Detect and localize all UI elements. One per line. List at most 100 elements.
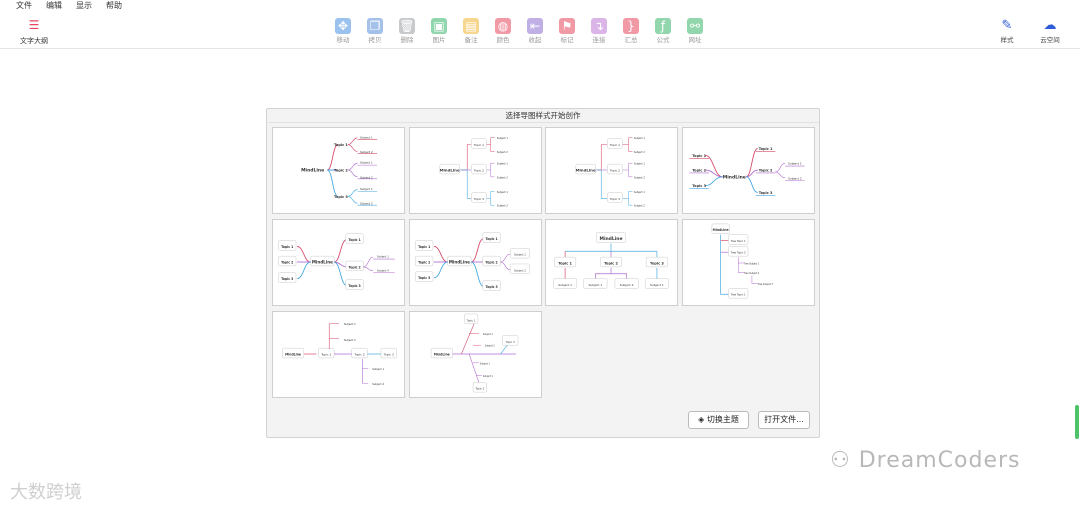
template-card-4[interactable]: MindLine Topic 1 Topic 2 Topic 3 Topic 1 Topi… (681, 127, 815, 214)
subject-node: Subject 1 (372, 367, 384, 371)
scroll-indicator[interactable] (1075, 405, 1079, 439)
subject-node: Subject 2 (634, 151, 645, 154)
open-file-label: 打开文件... (764, 415, 804, 424)
template-card-9[interactable]: MindLine Topic 1 Topic 2 Topic 3 Subject 1 Su… (272, 311, 405, 398)
outline-label: 文字大纲 (20, 37, 48, 45)
subject-node: Subject 2 (634, 176, 645, 179)
topic-node: Topic 3 (758, 191, 772, 195)
topic-node: Topic 3 (334, 195, 348, 199)
watermark2-text: 大数跨境 (10, 482, 82, 503)
subject-node: Tree Subject 3 (757, 283, 773, 286)
style-brush-icon: ✎ (1001, 18, 1013, 33)
template-card-1[interactable]: MindLine Topic 1 Subject 1 Subject 2 Topic 2… (272, 127, 405, 214)
topic-node: Topic 2 (692, 168, 706, 172)
switch-theme-button[interactable]: ◈ 切换主题 (688, 411, 749, 429)
toolbar-palette-button[interactable]: ◍ 颜色 (489, 18, 517, 44)
subject-node: Subject 1 (360, 161, 373, 165)
subject-node: Subject 2 (496, 176, 507, 179)
toolbar-link-button[interactable]: ⚯ 网址 (681, 18, 709, 44)
toolbar-connect-button[interactable]: ↴ 连接 (585, 18, 613, 44)
toolbar-label: 移动 (336, 36, 350, 44)
subject-node: Subject 2 (788, 176, 802, 180)
subject-node: Subject 1 (650, 283, 664, 287)
subject-node: Subject 1 (788, 162, 802, 166)
formula-icon: ƒ (655, 18, 671, 34)
topic-node: Topic 3 (383, 352, 394, 356)
template-card-7[interactable]: MindLine Topic 1 Topic 2 Topic 3 Subject 1 Su… (545, 219, 678, 306)
toolbar-label: 删除 (400, 36, 414, 44)
template-card-8[interactable]: MindLine Tree Topic 1 Tree Topic 2 Tree Top… (681, 219, 815, 306)
topic-node: Topic 2 (334, 168, 348, 172)
toolbar-summary-button[interactable]: } 汇总 (617, 18, 645, 44)
topic-node: Topic 2 (418, 260, 430, 264)
topic-node: Tree Topic 1 (730, 293, 745, 297)
root-node: MindLine (301, 167, 324, 173)
mindmap-preview: MindLine Topic 1 Subject 1 Subject 2 Topic 2… (575, 137, 645, 208)
subject-node: Subject 1 (482, 375, 493, 378)
mindmap-preview: MindLine Topic 1 Subject 1 Subject 2 Topic 2… (439, 137, 508, 208)
topic-node: Tree Topic 1 (730, 239, 745, 243)
toolbar-label: 连接 (592, 36, 606, 44)
summary-icon: } (623, 18, 639, 34)
note-icon: ▤ (463, 18, 479, 34)
subject-node: Subject 1 (482, 333, 493, 336)
toolbar-label: 公式 (656, 36, 670, 44)
mindmap-preview: MindLine Topic 1 Topic 2 Topic 3 Topic 1 Topi… (688, 147, 805, 196)
topic-node: Topic 1 (558, 261, 572, 265)
panel-title: 选择导图样式开始创作 (267, 109, 819, 123)
outline-button[interactable]: ☰ 文字大纲 (16, 18, 52, 46)
palette-icon: ◈ (698, 415, 705, 424)
topic-node: Topic 3 (472, 197, 483, 201)
menu-help[interactable]: 帮助 (106, 0, 122, 12)
menu-bar: 文件 编辑 显示 帮助 (0, 0, 1080, 12)
watermark-text: DreamCoders (858, 448, 1021, 473)
template-card-2[interactable]: MindLine Topic 1 Subject 1 Subject 2 Topic 2… (408, 127, 542, 214)
topic-node: Topic 3 (609, 197, 620, 201)
toolbar-move-button[interactable]: ✥ 移动 (329, 18, 357, 44)
template-card-6[interactable]: MindLine Topic 1 Topic 2 Topic 3 Topic 1 Topi… (408, 219, 542, 306)
toolbar-label: 备注 (464, 36, 478, 44)
move-icon: ✥ (335, 18, 351, 34)
topic-node: Topic 1 (281, 245, 293, 249)
toolbar: ☰ 文字大纲 ✥ 移动 ❐ 拷贝 🗑 删除 ▣ 图片 ▤ 备注 ◍ 颜色 ⇤ 收起 ⚑ 标记 ↴ 连接} 汇总 ƒ 公式… (0, 13, 1080, 49)
mindmap-preview: MindLine Topic 1 Subject 1 Subject 2 Topic 2… (301, 135, 378, 206)
topic-node: Topic 2 (353, 352, 364, 356)
toolbar-formula-button[interactable]: ƒ 公式 (649, 18, 677, 44)
mindmap-preview: MindLine Topic 1 Topic 2 Topic 3 Subject 1 Su… (282, 322, 397, 386)
template-card-10[interactable]: MindLine Topic 1 Subject 1 Subject 2 Topic 2… (408, 311, 542, 398)
toolbar-note-button[interactable]: ▤ 备注 (457, 18, 485, 44)
root-node: MindLine (285, 352, 301, 356)
template-card-3[interactable]: MindLine Topic 1 Subject 1 Subject 2 Topic 2… (545, 127, 678, 214)
topic-node: Topic 3 (692, 184, 706, 188)
toolbar-label: 图片 (432, 36, 446, 44)
subject-node: Subject 1 (496, 163, 507, 166)
topic-node: Topic 1 (692, 154, 706, 158)
topic-node: Topic 1 (418, 245, 430, 249)
toolbar-label: 标记 (560, 36, 574, 44)
subject-node: Subject 2 (484, 345, 495, 348)
subject-node: Subject 2 (360, 150, 373, 154)
topic-node: Topic 1 (609, 143, 620, 147)
cloud-upload-icon: ☁ (1043, 18, 1057, 33)
subject-node: Subject 2 (372, 382, 384, 386)
toolbar-flag-button[interactable]: ⚑ 标记 (553, 18, 581, 44)
toolbar-collapse-button[interactable]: ⇤ 收起 (521, 18, 549, 44)
cloud-button[interactable]: ☁ 云空间 (1036, 18, 1064, 44)
root-node: MindLine (448, 259, 469, 264)
topic-node: Topic 1 (466, 318, 475, 322)
open-file-button[interactable]: 打开文件... (758, 411, 810, 429)
menu-view[interactable]: 显示 (76, 0, 92, 12)
subject-node: Subject 2 (344, 338, 356, 342)
menu-file[interactable]: 文件 (16, 0, 32, 12)
topic-node: Topic 3 (485, 285, 497, 289)
subject-node: Subject 1 (496, 137, 507, 140)
toolbar-image-button[interactable]: ▣ 图片 (425, 18, 453, 44)
toolbar-trash-button[interactable]: 🗑 删除 (393, 18, 421, 44)
toolbar-copy-button[interactable]: ❐ 拷贝 (361, 18, 389, 44)
mindmap-preview: MindLine Topic 1 Topic 2 Topic 3 Subject 1 Su… (553, 232, 669, 289)
topic-node: Topic 1 (758, 147, 772, 151)
template-card-5[interactable]: MindLine Topic 1 Topic 2 Topic 3 Topic 1 Topi… (272, 219, 405, 306)
menu-edit[interactable]: 编辑 (46, 0, 62, 12)
link-icon: ⚯ (687, 18, 703, 34)
style-button[interactable]: ✎ 样式 (993, 18, 1021, 44)
